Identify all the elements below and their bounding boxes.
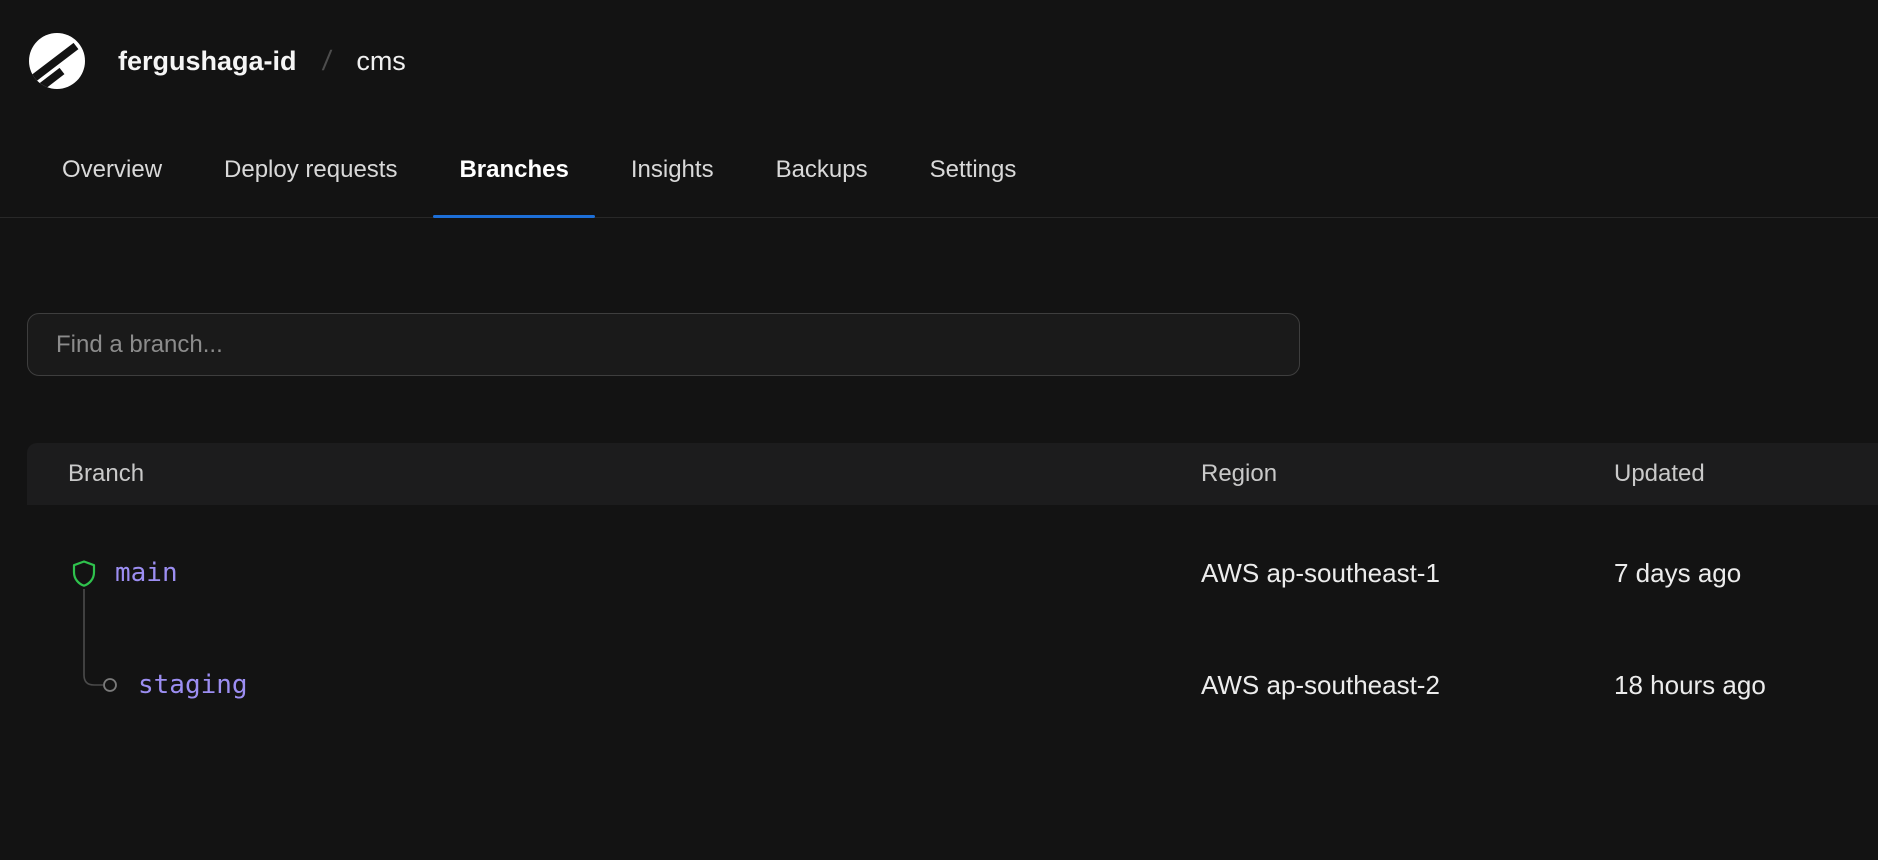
updated-cell: 18 hours ago [1614,670,1878,701]
column-header-updated: Updated [1614,460,1878,488]
breadcrumb: fergushaga-id / cms [118,45,406,77]
breadcrumb-org[interactable]: fergushaga-id [118,46,297,77]
branch-cell: main [27,558,1201,588]
branch-search [27,313,1878,376]
tab-overview[interactable]: Overview [36,122,188,217]
table-body: main AWS ap-southeast-1 7 days ago stagi… [27,505,1878,741]
planetscale-logo-icon[interactable] [28,32,86,90]
column-header-branch: Branch [27,460,1201,488]
branches-table: Branch Region Updated main AWS ap-southe… [27,443,1878,741]
branch-search-input[interactable] [27,313,1300,376]
tab-backups[interactable]: Backups [750,122,894,217]
breadcrumb-database[interactable]: cms [356,46,406,77]
tab-deploy-requests[interactable]: Deploy requests [198,122,423,217]
shield-icon [72,560,96,587]
tab-branches[interactable]: Branches [433,122,594,217]
tab-settings[interactable]: Settings [904,122,1043,217]
app-header: fergushaga-id / cms [0,0,1878,92]
region-cell: AWS ap-southeast-1 [1201,558,1614,589]
table-header-row: Branch Region Updated [27,443,1878,505]
table-row-main[interactable]: main AWS ap-southeast-1 7 days ago [27,517,1878,629]
table-row-staging[interactable]: staging AWS ap-southeast-2 18 hours ago [27,629,1878,741]
branch-cell: staging [27,670,1201,700]
database-tab-bar: Overview Deploy requests Branches Insigh… [0,122,1878,218]
branch-link-staging[interactable]: staging [138,670,248,700]
tab-insights[interactable]: Insights [605,122,740,217]
region-cell: AWS ap-southeast-2 [1201,670,1614,701]
branch-link-main[interactable]: main [115,558,178,588]
breadcrumb-separator: / [320,45,332,77]
column-header-region: Region [1201,460,1614,488]
updated-cell: 7 days ago [1614,558,1878,589]
